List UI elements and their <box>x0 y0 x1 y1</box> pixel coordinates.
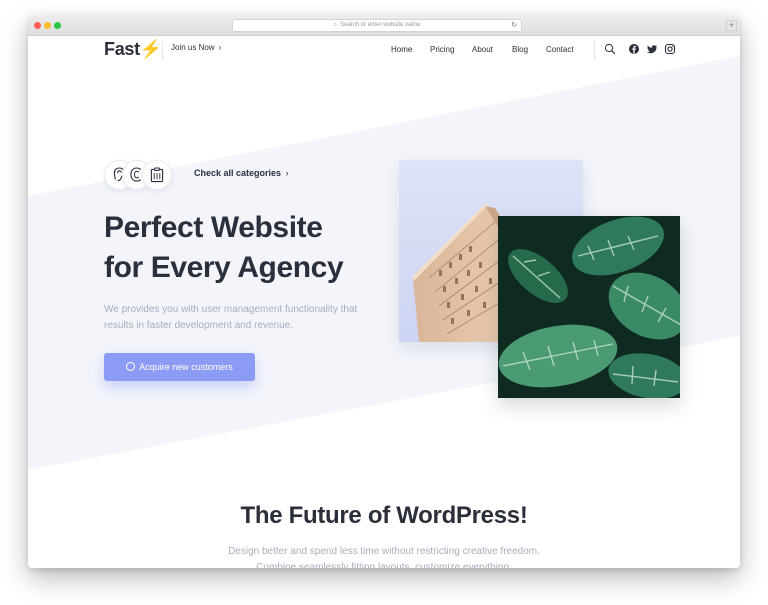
hero-title-line-1: Perfect Website <box>104 211 323 244</box>
search-icon: ⌕ <box>333 22 338 28</box>
join-us-link[interactable]: Join us Now › <box>171 43 221 52</box>
menu-item-contact[interactable]: Contact <box>546 45 574 54</box>
top-navigation: Fast⚡ Join us Now › Home Pricing About Bl… <box>28 36 740 68</box>
reload-icon[interactable]: ↻ <box>511 20 517 31</box>
browser-toolbar: ⌕ Search or enter website name ↻ + <box>28 16 740 36</box>
facebook-icon[interactable] <box>628 43 640 55</box>
site-logo[interactable]: Fast⚡ <box>104 39 162 60</box>
menu-item-home[interactable]: Home <box>391 45 412 54</box>
cta-label: Acquire new customers <box>139 362 233 372</box>
search-icon[interactable] <box>604 43 616 55</box>
check-categories-link[interactable]: Check all categories › <box>194 168 289 178</box>
section-subtitle: Design better and spend less time withou… <box>228 546 540 568</box>
instagram-icon[interactable] <box>664 43 676 55</box>
plant-leaves-image <box>498 216 680 398</box>
maximize-window-button[interactable] <box>54 22 61 29</box>
twitter-icon[interactable] <box>646 43 658 55</box>
divider <box>162 42 163 60</box>
close-window-button[interactable] <box>34 22 41 29</box>
menu-item-pricing[interactable]: Pricing <box>430 45 454 54</box>
hero-title: Perfect Website for Every Agency <box>104 208 434 288</box>
address-bar[interactable]: ⌕ Search or enter website name ↻ <box>232 19 522 32</box>
leaves-photo <box>498 216 680 398</box>
category-icons <box>104 160 174 190</box>
hero-subtitle: We provides you with user management fun… <box>104 304 358 331</box>
browser-window: ⌕ Search or enter website name ↻ + Fast⚡ … <box>28 16 740 568</box>
address-placeholder: Search or enter website name <box>340 22 421 28</box>
divider <box>594 40 595 60</box>
category-clipboard[interactable] <box>142 160 172 190</box>
chevron-right-icon: › <box>285 168 289 178</box>
circle-icon <box>126 362 136 371</box>
logo-text: Fast <box>104 39 140 59</box>
section-title: The Future of WordPress! <box>240 502 528 529</box>
menu-item-about[interactable]: About <box>472 45 493 54</box>
hero-title-line-2: for Every Agency <box>104 251 344 284</box>
acquire-customers-button[interactable]: Acquire new customers <box>104 353 255 381</box>
join-label: Join us Now <box>171 43 215 52</box>
web-page: Fast⚡ Join us Now › Home Pricing About Bl… <box>28 36 740 568</box>
minimize-window-button[interactable] <box>44 22 51 29</box>
clipboard-icon <box>150 167 164 183</box>
chevron-right-icon: › <box>218 43 222 52</box>
check-categories-label: Check all categories <box>194 168 282 178</box>
menu-item-blog[interactable]: Blog <box>512 45 528 54</box>
new-tab-button[interactable]: + <box>726 20 737 31</box>
bolt-icon: ⚡ <box>139 39 162 59</box>
